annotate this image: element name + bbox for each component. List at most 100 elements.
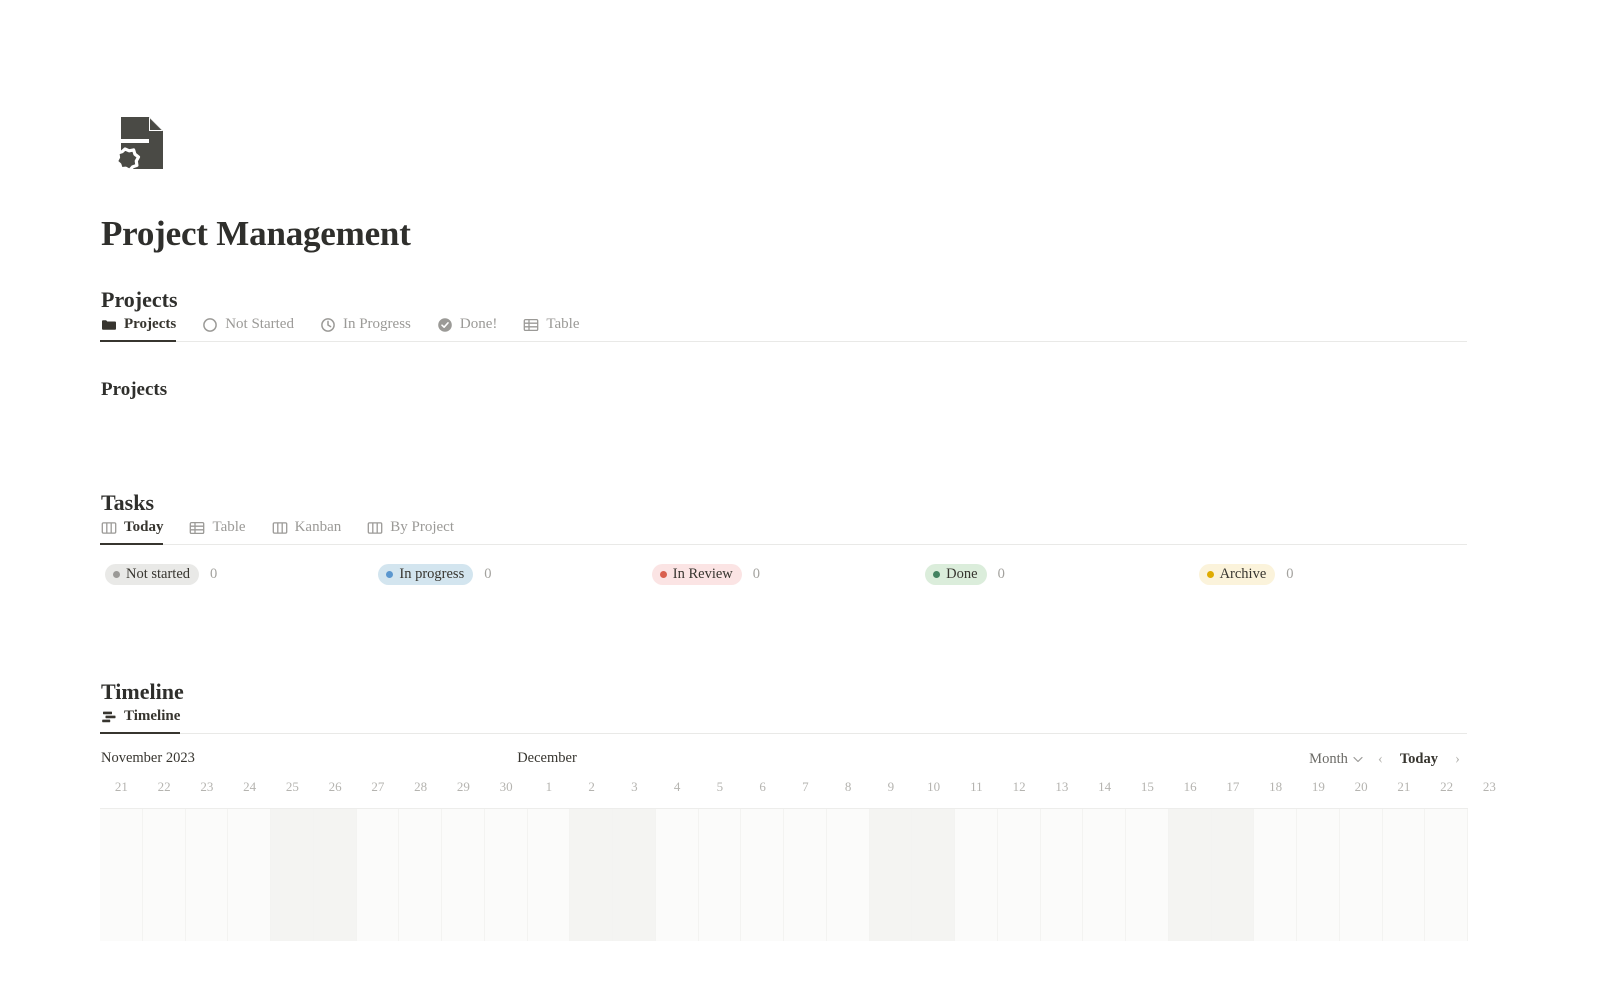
timeline-day-cell[interactable]	[741, 809, 784, 941]
status-dot-icon	[659, 571, 667, 578]
status-column-header: In Review 0	[647, 564, 760, 585]
timeline-day-cell[interactable]	[142, 809, 186, 941]
status-badge[interactable]: Not started	[105, 564, 200, 585]
timeline-day-label: 21	[1397, 779, 1411, 794]
tab-kanban[interactable]: Kanban	[271, 511, 353, 544]
tab-label: Timeline	[124, 708, 181, 724]
tab-today[interactable]: Today	[100, 511, 174, 545]
tab-table[interactable]: Table	[188, 511, 256, 544]
timeline-day-cell[interactable]	[1297, 809, 1340, 941]
table-icon	[189, 520, 205, 536]
timeline-today-button[interactable]: Today	[1390, 749, 1448, 770]
timeline-day-cell[interactable]	[1339, 809, 1383, 941]
timeline-day-label: 20	[1354, 779, 1368, 794]
timeline-day-cell[interactable]	[100, 809, 143, 941]
tab-table[interactable]: Table	[522, 308, 590, 341]
timeline-day-cell[interactable]	[826, 809, 870, 941]
timeline-day-cell[interactable]	[1254, 809, 1297, 941]
timeline-day-cell[interactable]	[1040, 809, 1084, 941]
timeline-day-cell[interactable]	[698, 809, 742, 941]
timeline-day-cell[interactable]	[1126, 809, 1169, 941]
timeline-day-label: 14	[1098, 779, 1112, 794]
tab-timeline[interactable]: Timeline	[100, 700, 191, 734]
timeline-day-label: 8	[844, 779, 852, 794]
timeline-day-cell[interactable]	[185, 809, 229, 941]
timeline-prev-button[interactable]: ‹	[1371, 750, 1390, 769]
status-badge[interactable]: In progress	[378, 564, 474, 585]
timeline-day-cell[interactable]	[655, 809, 699, 941]
status-column-header: Done 0	[920, 564, 1005, 585]
timeline-day-label: 3	[631, 779, 638, 794]
tasks-tabs: Today Table Kanban By Project	[100, 511, 1467, 545]
status-count: 0	[484, 566, 492, 582]
timeline-day-label: 25	[285, 779, 299, 794]
timeline-day-cell[interactable]	[1211, 809, 1255, 941]
timeline-day-cell[interactable]	[1425, 809, 1468, 941]
timeline-day-cell[interactable]	[955, 809, 998, 941]
page-root: Project Management Projects Projects Not …	[0, 0, 1600, 999]
status-label: Archive	[1219, 566, 1267, 582]
timeline-day-cell[interactable]	[1168, 809, 1212, 941]
timeline-day-label: 11	[970, 779, 983, 794]
projects-tabs: Projects Not Started In Progress Done! Table	[100, 308, 1467, 342]
timeline-day-label: 1	[545, 779, 553, 794]
timeline-day-cell[interactable]	[399, 809, 442, 941]
task-status-column: Not started 0	[100, 564, 373, 585]
timeline-day-cell[interactable]	[613, 809, 656, 941]
timeline-day-label: 15	[1140, 779, 1154, 794]
tab-done[interactable]: Done!	[436, 308, 509, 341]
status-label: Not started	[126, 566, 191, 582]
timeline-day-label: 7	[802, 779, 809, 794]
timeline-day-cell[interactable]	[784, 809, 827, 941]
timeline-day-cell[interactable]	[1083, 809, 1126, 941]
timeline-day-cell[interactable]	[1382, 809, 1426, 941]
timeline-day-label: 24	[243, 779, 257, 794]
timeline-day-cell[interactable]	[869, 809, 913, 941]
timeline-day-cell[interactable]	[313, 809, 357, 941]
task-status-column: Archive 0	[1194, 564, 1467, 585]
kanban-icon	[272, 520, 288, 536]
timeline-next-button[interactable]: ›	[1448, 750, 1467, 769]
folder-icon	[101, 317, 117, 333]
timeline-day-header: 21 22 23 24 25 26 27 28 29 30 1 2 3 4 5 6 7 8 9 10 11 12 13 14 1…	[100, 776, 1496, 798]
timeline-day-label: 22	[157, 779, 171, 794]
timeline-day-cell[interactable]	[271, 809, 314, 941]
status-count: 0	[752, 566, 761, 582]
timeline-tabbar: Timeline	[100, 700, 1467, 734]
timeline-day-cell[interactable]	[997, 809, 1041, 941]
tab-in-progress[interactable]: In Progress	[319, 308, 422, 341]
timeline-day-cell[interactable]	[484, 809, 528, 941]
timeline-day-cell[interactable]	[356, 809, 400, 941]
tab-by-project[interactable]: By Project	[366, 511, 465, 544]
timeline-scale-select[interactable]: Month	[1301, 749, 1371, 770]
tab-label: Today	[124, 519, 164, 535]
tab-not-started[interactable]: Not Started	[201, 308, 305, 341]
task-status-column: In progress 0	[373, 564, 646, 585]
status-dot-icon	[1206, 571, 1214, 578]
projects-group-heading: Projects	[101, 379, 168, 400]
timeline-day-label: 23	[200, 779, 214, 794]
status-badge[interactable]: In Review	[651, 564, 742, 585]
timeline-day-cell[interactable]	[527, 809, 571, 941]
timeline-day-cell[interactable]	[912, 809, 955, 941]
table-icon	[523, 317, 539, 333]
timeline-day-label: 9	[887, 779, 895, 794]
timeline-tabs: Timeline	[100, 700, 1467, 734]
timeline-day-label: 27	[371, 779, 385, 794]
status-count: 0	[997, 566, 1005, 582]
status-badge[interactable]: Done	[925, 564, 987, 585]
timeline-day-cell[interactable]	[228, 809, 271, 941]
status-badge[interactable]: Archive	[1198, 564, 1276, 585]
circle-icon	[202, 317, 218, 333]
timeline-day-cell[interactable]	[442, 809, 485, 941]
kanban-icon	[101, 520, 117, 536]
timeline-scale-label: Month	[1309, 751, 1348, 767]
timeline-day-label: 29	[456, 779, 470, 794]
timeline-day-label: 30	[499, 779, 513, 794]
tab-projects[interactable]: Projects	[100, 308, 187, 342]
timeline-month-mid: December	[517, 750, 577, 766]
timeline-grid[interactable]	[100, 808, 1468, 941]
timeline-day-label: 5	[716, 779, 724, 794]
tab-label: Done!	[459, 316, 498, 332]
timeline-day-cell[interactable]	[570, 809, 613, 941]
